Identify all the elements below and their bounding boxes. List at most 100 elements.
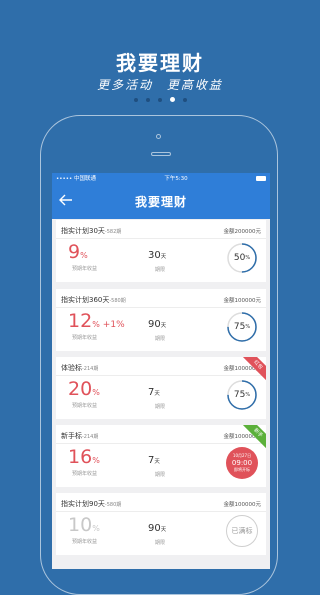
progress-value: 75 xyxy=(233,322,246,332)
product-title: 指实计划30天 xyxy=(61,227,105,235)
hero-subtitle-left: 更多活动 xyxy=(97,78,154,92)
page-dot-active[interactable] xyxy=(169,97,175,102)
term-value: 7天 xyxy=(148,455,160,466)
page-dot[interactable] xyxy=(157,98,162,102)
countdown-label: 即将开标 xyxy=(234,467,250,472)
product-name: 指实计划30天-582期 xyxy=(61,226,121,236)
phone-speaker xyxy=(151,152,171,156)
term-label: 期限 xyxy=(155,472,166,478)
product-name: 新手标-214期 xyxy=(61,431,98,441)
rate-label: 预期年收益 xyxy=(72,266,98,272)
battery-icon xyxy=(256,175,266,181)
product-title: 新手标 xyxy=(61,432,82,440)
page-indicator xyxy=(0,97,320,102)
rate-label: 预期年收益 xyxy=(72,335,98,341)
product-name: 体验标-214期 xyxy=(61,363,98,373)
term-unit: 天 xyxy=(160,323,167,329)
page-dot[interactable] xyxy=(145,98,150,102)
hero-subtitle-right: 更高收益 xyxy=(166,78,223,92)
progress-value: 75 xyxy=(233,390,246,400)
rate-unit: % xyxy=(92,320,100,329)
product-period: -214期 xyxy=(82,434,99,440)
card-header: 指实计划90天-580期 金额100000元 xyxy=(61,498,261,510)
product-title: 体验标 xyxy=(61,364,82,372)
countdown-time: 09:00 xyxy=(231,459,253,467)
page-dot[interactable] xyxy=(133,98,138,102)
phone-camera xyxy=(156,134,161,139)
term-value: 7天 xyxy=(148,387,160,398)
term-number: 90 xyxy=(148,319,161,330)
expected-rate: 20% xyxy=(68,379,100,403)
product-period: -580期 xyxy=(109,298,126,304)
progress-unit: % xyxy=(245,324,251,330)
progress-text: 75% xyxy=(226,379,258,411)
card-header: 体验标-214期 金额100000元 xyxy=(61,362,261,374)
card-header: 指实计划30天-582期 金额200000元 xyxy=(61,225,261,237)
rate-value: 16 xyxy=(68,446,93,468)
rate-label: 预期年收益 xyxy=(72,403,98,409)
rate-unit: % xyxy=(80,251,88,260)
term-value: 90天 xyxy=(148,319,166,330)
card-divider xyxy=(56,307,266,308)
status-time: 下午5:30 xyxy=(164,176,188,182)
rate-unit: % xyxy=(92,456,100,465)
nav-bar: 我要理财 xyxy=(52,183,270,219)
phone-screen: ••••• 中国联通 下午5:30 我要理财 指实计划30天-582期 金额200… xyxy=(52,173,270,569)
product-card[interactable]: 指实计划90天-580期 金额100000元 10% 预期年收益 90天 期限 已满标 xyxy=(56,493,266,555)
product-card[interactable]: 指实计划360天-580期 金额100000元 12% +1% 预期年收益 90天 期限 75… xyxy=(56,289,266,351)
hero-title: 我要理财 xyxy=(116,51,204,75)
sold-out-badge: 已满标 xyxy=(226,515,258,547)
page-dot[interactable] xyxy=(182,98,187,102)
product-card[interactable]: 新手标-214期 金额100000元 16% 预期年收益 7天 期限 10月27日 09:00… xyxy=(56,425,266,487)
term-label: 期限 xyxy=(155,267,166,273)
product-title: 指实计划90天 xyxy=(61,500,105,508)
card-header: 指实计划360天-580期 金额100000元 xyxy=(61,294,261,306)
term-number: 90 xyxy=(148,523,161,534)
product-period: -582期 xyxy=(104,229,122,235)
rate-value: 12 xyxy=(68,310,93,332)
progress-text: 75% xyxy=(226,311,258,343)
nav-title: 我要理财 xyxy=(134,194,187,209)
product-period: -580期 xyxy=(104,502,122,508)
product-title: 指实计划360天 xyxy=(61,296,110,304)
product-amount: 金额200000元 xyxy=(223,229,262,235)
expected-rate: 10% xyxy=(68,515,100,539)
term-unit: 天 xyxy=(154,391,160,397)
term-number: 30 xyxy=(148,250,161,261)
back-arrow-icon[interactable] xyxy=(58,192,74,208)
expected-rate: 16% xyxy=(68,447,100,471)
countdown-badge: 10月27日 09:00 即将开标 xyxy=(226,447,258,479)
term-value: 90天 xyxy=(148,523,166,534)
rate-label: 预期年收益 xyxy=(72,471,98,477)
progress-unit: % xyxy=(245,255,251,261)
card-divider xyxy=(56,443,266,444)
card-header: 新手标-214期 金额100000元 xyxy=(61,430,261,442)
progress-value: 50 xyxy=(233,253,246,263)
term-label: 期限 xyxy=(155,336,166,342)
progress-unit: % xyxy=(245,392,251,398)
product-amount: 金额100000元 xyxy=(223,298,262,304)
hero-subtitle: 更多活动 更高收益 xyxy=(0,76,320,93)
term-label: 期限 xyxy=(155,540,166,546)
expected-rate: 9% xyxy=(68,242,88,266)
term-unit: 天 xyxy=(160,527,167,533)
rate-unit: % xyxy=(92,524,100,533)
product-card[interactable]: 体验标-214期 金额100000元 20% 预期年收益 7天 期限 75% 红包 xyxy=(56,357,266,419)
term-label: 期限 xyxy=(155,404,166,410)
progress-text: 50% xyxy=(226,242,258,274)
carrier-label: ••••• 中国联通 xyxy=(56,176,96,182)
rate-value: 20 xyxy=(68,378,93,400)
product-name: 指实计划90天-580期 xyxy=(61,499,121,509)
product-period: -214期 xyxy=(82,366,99,372)
status-bar: ••••• 中国联通 下午5:30 xyxy=(52,173,270,183)
product-amount: 金额100000元 xyxy=(223,502,262,508)
term-unit: 天 xyxy=(160,254,167,260)
expected-rate: 12% +1% xyxy=(68,311,125,335)
card-divider xyxy=(56,511,266,512)
rate-bonus: +1% xyxy=(102,320,125,330)
card-divider xyxy=(56,375,266,376)
rate-value: 9 xyxy=(68,241,81,263)
term-unit: 天 xyxy=(154,459,160,465)
product-card[interactable]: 指实计划30天-582期 金额200000元 9% 预期年收益 30天 期限 50% xyxy=(56,220,266,282)
card-divider xyxy=(56,238,266,239)
